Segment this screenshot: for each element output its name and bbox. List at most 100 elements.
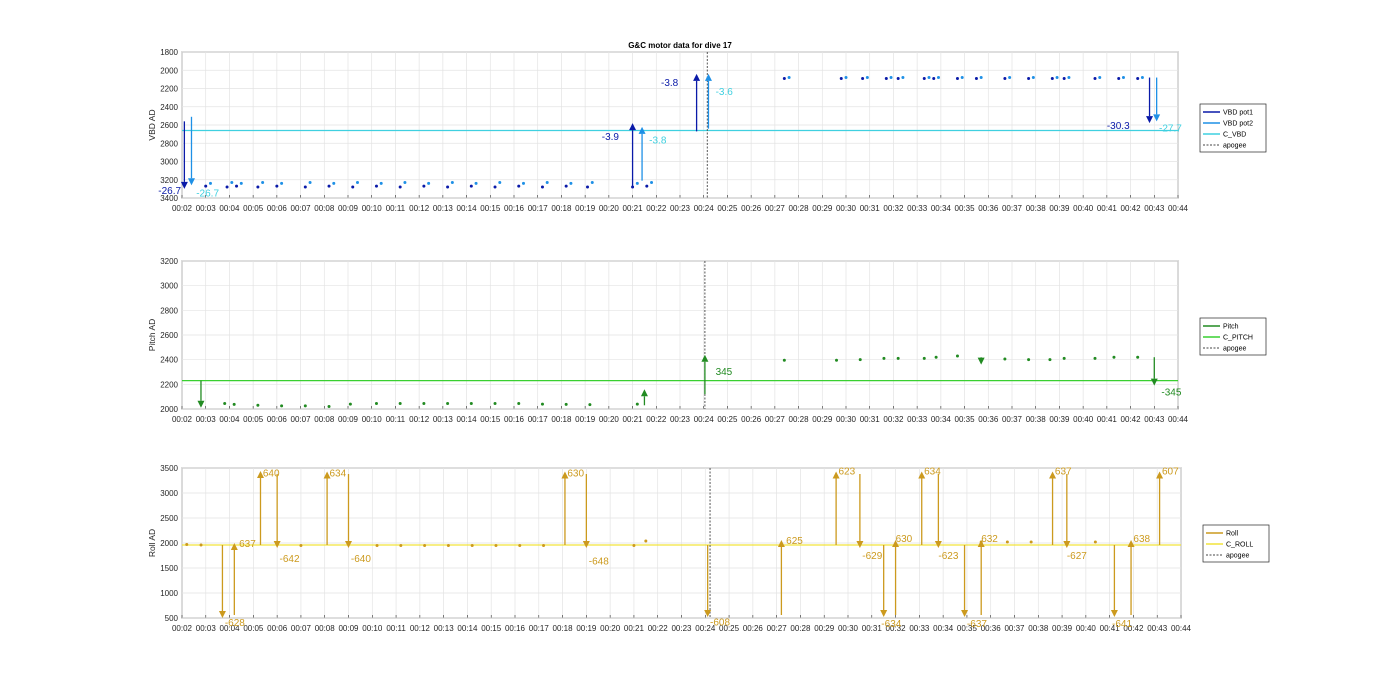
data-point <box>1048 358 1052 362</box>
data-point <box>932 76 936 80</box>
x-tick-label: 00:13 <box>433 415 454 424</box>
data-point <box>545 180 549 184</box>
move-label: 634 <box>329 469 346 480</box>
data-point <box>446 544 450 547</box>
data-point <box>493 185 497 189</box>
data-point <box>1093 76 1097 80</box>
data-point <box>256 185 260 189</box>
data-point <box>839 76 843 80</box>
y-tick-label: 3200 <box>160 257 178 266</box>
data-point <box>901 76 905 80</box>
data-point <box>327 184 331 188</box>
x-tick-label: 00:43 <box>1144 415 1165 424</box>
x-tick-label: 00:36 <box>978 415 999 424</box>
x-tick-label: 00:10 <box>362 415 383 424</box>
x-tick-label: 00:34 <box>933 624 954 633</box>
x-tick-label: 00:10 <box>362 204 383 213</box>
y-tick-label: 2000 <box>160 66 178 75</box>
x-tick-label: 00:20 <box>599 204 620 213</box>
y-tick-label: 3000 <box>160 489 178 498</box>
y-tick-label: 2400 <box>160 356 178 365</box>
data-point <box>327 405 331 409</box>
data-point <box>474 181 478 185</box>
data-point <box>644 539 648 543</box>
x-tick-label: 00:36 <box>978 204 999 213</box>
x-tick-label: 00:15 <box>481 624 502 633</box>
data-point <box>787 76 791 80</box>
x-tick-label: 00:11 <box>386 204 406 213</box>
chart-panel-3: 00:02 00:03 00:04 00:05 00:06 00:07 00:08 00:09… <box>147 464 1270 633</box>
x-tick-label: 00:14 <box>457 415 478 424</box>
y-tick-label: 3000 <box>160 282 178 291</box>
x-tick-label: 00:21 <box>624 624 645 633</box>
x-tick-label: 00:35 <box>955 415 976 424</box>
x-tick-label: 00:02 <box>172 415 193 424</box>
data-point <box>922 76 926 80</box>
move-label: -3.9 <box>602 132 620 143</box>
x-tick-label: 00:02 <box>172 204 193 213</box>
data-point <box>303 185 307 189</box>
data-point <box>1140 76 1144 80</box>
x-tick-label: 00:20 <box>599 415 620 424</box>
x-tick-label: 00:16 <box>505 624 526 633</box>
x-tick-label: 00:31 <box>860 415 881 424</box>
data-point <box>1005 540 1009 544</box>
x-tick-label: 00:23 <box>670 415 691 424</box>
data-point <box>1050 76 1054 80</box>
x-tick-label: 00:09 <box>338 204 359 213</box>
legend-entry: apogee <box>1223 143 1246 150</box>
y-tick-label: 2800 <box>160 306 178 315</box>
legend-entry: C_VBD <box>1223 132 1246 139</box>
y-tick-label: 2000 <box>160 405 178 414</box>
data-point <box>835 358 839 362</box>
y-tick-label: 2800 <box>160 139 178 148</box>
x-tick-label: 00:40 <box>1073 415 1094 424</box>
legend: Roll C_ROLLapogee <box>1202 524 1270 563</box>
y-tick-label: 2500 <box>160 514 178 523</box>
x-tick-label: 00:21 <box>623 204 644 213</box>
x-tick-label: 00:06 <box>267 204 288 213</box>
data-point <box>934 355 938 359</box>
x-tick-label: 00:26 <box>741 415 762 424</box>
data-point <box>379 181 383 185</box>
x-tick-label: 00:43 <box>1144 204 1165 213</box>
x-tick-label: 00:27 <box>765 204 786 213</box>
x-tick-label: 00:14 <box>457 204 478 213</box>
data-point <box>540 185 544 189</box>
x-tick-label: 00:30 <box>838 624 859 633</box>
y-tick-label: 2400 <box>160 103 178 112</box>
move-label: -629 <box>862 551 882 562</box>
data-point <box>1055 76 1059 80</box>
x-tick-label: 00:32 <box>883 415 904 424</box>
data-point <box>185 543 189 546</box>
x-tick-label: 00:44 <box>1171 624 1192 633</box>
x-tick-label: 00:43 <box>1147 624 1168 633</box>
x-tick-label: 00:30 <box>836 204 857 213</box>
y-tick-label: 1800 <box>160 48 178 57</box>
x-tick-label: 00:18 <box>551 204 572 213</box>
data-point <box>446 185 450 189</box>
data-point <box>498 180 502 184</box>
x-tick-label: 00:40 <box>1073 204 1094 213</box>
x-tick-label: 00:19 <box>576 624 597 633</box>
move-label: -27.7 <box>1159 124 1182 135</box>
x-tick-label: 00:14 <box>457 624 478 633</box>
legend-entry: C_ROLL <box>1226 542 1253 549</box>
legend-entry: C_PITCH <box>1223 335 1253 342</box>
legend: Pitch C_PITCHapogee <box>1199 317 1267 356</box>
data-point <box>355 180 359 184</box>
data-point <box>423 544 427 547</box>
data-point <box>422 184 426 188</box>
data-point <box>280 181 284 185</box>
y-tick-label: 1500 <box>160 564 178 573</box>
move-label: -634 <box>881 619 901 630</box>
x-tick-label: 00:16 <box>504 204 525 213</box>
x-tick-label: 00:33 <box>907 415 928 424</box>
x-tick-label: 00:29 <box>814 624 835 633</box>
data-point <box>1117 76 1121 80</box>
data-point <box>256 403 260 407</box>
data-point <box>889 76 893 80</box>
y-tick-label: 2600 <box>160 121 178 130</box>
x-tick-label: 00:34 <box>931 204 952 213</box>
data-point <box>280 404 284 408</box>
